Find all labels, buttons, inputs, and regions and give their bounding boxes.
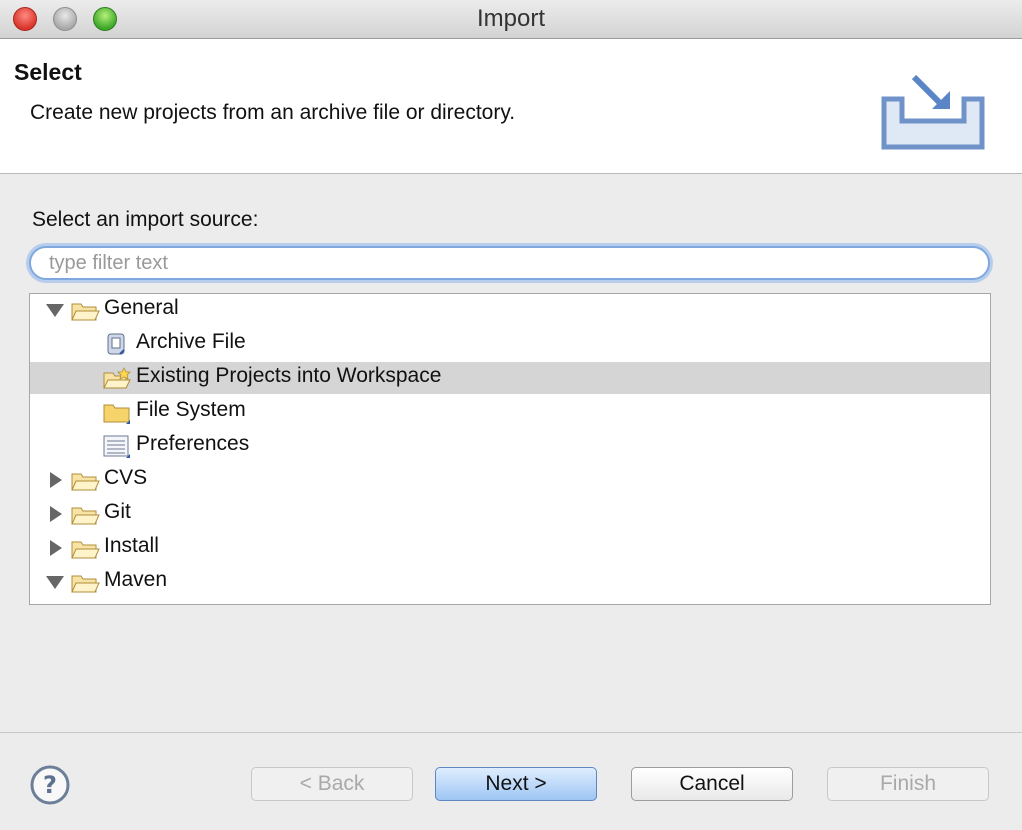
folder-open-icon <box>71 541 100 559</box>
tree-label: Git <box>104 500 131 523</box>
folder-icon <box>103 404 130 424</box>
collapse-triangle-icon[interactable] <box>46 304 64 317</box>
tree-item-existing-projects[interactable]: Existing Projects into Workspace <box>30 362 990 394</box>
expand-triangle-icon[interactable] <box>50 472 62 488</box>
preferences-icon <box>103 435 130 458</box>
project-folder-icon <box>103 367 131 389</box>
tree-item-archive-file[interactable]: Archive File <box>30 328 990 360</box>
tree-label: Install <box>104 534 159 557</box>
import-source-label: Select an import source: <box>32 208 259 231</box>
tree-label: Preferences <box>136 432 250 455</box>
help-icon[interactable]: ? <box>30 765 70 805</box>
folder-open-icon <box>71 473 100 491</box>
back-button[interactable]: < Back <box>251 767 413 801</box>
tree-item-general[interactable]: General <box>30 294 990 326</box>
folder-open-icon <box>71 507 100 525</box>
collapse-triangle-icon[interactable] <box>46 576 64 589</box>
page-description: Create new projects from an archive file… <box>30 101 516 124</box>
svg-text:?: ? <box>43 771 57 799</box>
tree-item-preferences[interactable]: Preferences <box>30 430 990 462</box>
tree-item-file-system[interactable]: File System <box>30 396 990 428</box>
tree-label: File System <box>136 398 246 421</box>
finish-button[interactable]: Finish <box>827 767 989 801</box>
tree-item-cvs[interactable]: CVS <box>30 464 990 496</box>
window-titlebar: Import <box>0 0 1022 39</box>
footer-divider <box>0 732 1022 733</box>
tree-item-install[interactable]: Install <box>30 532 990 564</box>
wizard-header: Select Create new projects from an archi… <box>0 39 1022 174</box>
import-wizard-icon <box>881 74 985 150</box>
folder-open-icon <box>71 575 100 593</box>
tree-label: Existing Projects into Workspace <box>136 364 442 387</box>
window-title: Import <box>476 5 545 32</box>
tree-label: Archive File <box>136 330 246 353</box>
expand-triangle-icon[interactable] <box>50 506 62 522</box>
next-button[interactable]: Next > <box>435 767 597 801</box>
tree-label: Maven <box>104 568 168 591</box>
tree-label: General <box>104 296 179 319</box>
archive-icon <box>107 333 125 355</box>
page-title: Select <box>14 59 82 85</box>
tree-item-maven[interactable]: Maven <box>30 566 990 598</box>
tree-label: CVS <box>104 466 148 489</box>
filter-input[interactable]: type filter text <box>29 246 990 280</box>
folder-open-icon <box>71 303 100 321</box>
expand-triangle-icon[interactable] <box>50 540 62 556</box>
cancel-button[interactable]: Cancel <box>631 767 793 801</box>
tree-item-git[interactable]: Git <box>30 498 990 530</box>
import-source-tree[interactable]: General Archive File Existing Projects i… <box>29 293 991 605</box>
